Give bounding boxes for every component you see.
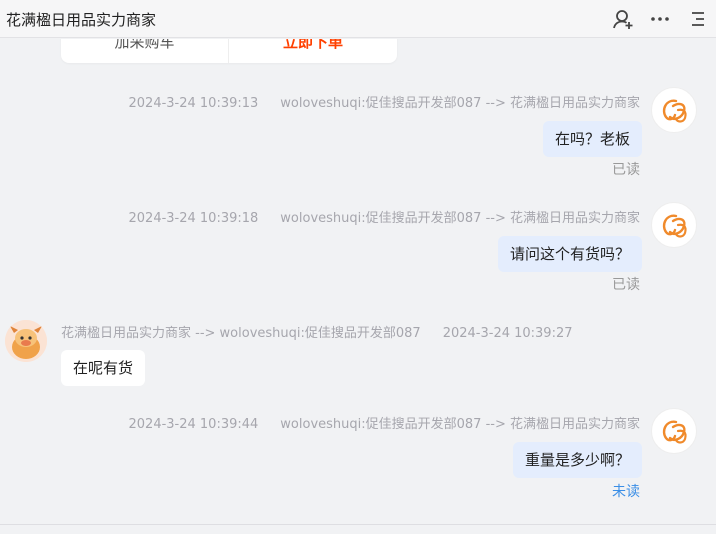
message-bubble[interactable]: 重量是多少啊？ — [512, 442, 642, 478]
add-to-cart-button[interactable]: 加采购车 — [61, 39, 229, 63]
more-icon[interactable] — [649, 8, 671, 30]
message-timestamp: 2024-3-24 10:39:44 — [128, 417, 259, 432]
menu-icon[interactable] — [686, 8, 708, 30]
message-meta: 花满楹日用品实力商家 --> woloveshuqi:促佳搜品开发部087 202… — [61, 322, 573, 341]
product-card: 加采购车 立即下单 — [61, 39, 397, 63]
read-status: 已读 — [612, 277, 640, 293]
avatar[interactable] — [651, 202, 697, 248]
buy-now-button[interactable]: 立即下单 — [229, 39, 397, 63]
message-timestamp: 2024-3-24 10:39:27 — [442, 326, 573, 341]
avatar[interactable] — [651, 408, 697, 454]
message-meta: 2024-3-24 10:39:13 woloveshuqi:促佳搜品开发部087… — [129, 92, 641, 111]
message-route: woloveshuqi:促佳搜品开发部087 --> 花满楹日用品实力商家 — [280, 211, 640, 226]
add-user-icon[interactable] — [612, 8, 634, 30]
message-timestamp: 2024-3-24 10:39:18 — [128, 211, 259, 226]
message-bubble[interactable]: 请问这个有货吗？ — [497, 236, 642, 272]
chat-title: 花满楹日用品实力商家 — [6, 11, 157, 29]
chat-header: 花满楹日用品实力商家 — [0, 0, 716, 38]
message-bubble[interactable]: 在吗？老板 — [542, 121, 642, 157]
message-route: woloveshuqi:促佳搜品开发部087 --> 花满楹日用品实力商家 — [280, 96, 640, 111]
message-meta: 2024-3-24 10:39:44 woloveshuqi:促佳搜品开发部087… — [129, 413, 641, 432]
avatar[interactable] — [651, 87, 697, 133]
unread-status: 未读 — [612, 484, 640, 500]
message-route: woloveshuqi:促佳搜品开发部087 --> 花满楹日用品实力商家 — [280, 417, 640, 432]
chat-message-list[interactable]: 加采购车 立即下单 2024-3-24 10:39:13 woloveshuqi:… — [0, 39, 716, 534]
message-bubble[interactable]: 在呢有货 — [61, 350, 146, 386]
message-timestamp: 2024-3-24 10:39:13 — [128, 96, 259, 111]
avatar[interactable] — [5, 320, 47, 362]
message-meta: 2024-3-24 10:39:18 woloveshuqi:促佳搜品开发部087… — [129, 207, 641, 226]
message-route: 花满楹日用品实力商家 --> woloveshuqi:促佳搜品开发部087 — [61, 326, 421, 341]
divider — [0, 524, 716, 525]
read-status: 已读 — [612, 162, 640, 178]
